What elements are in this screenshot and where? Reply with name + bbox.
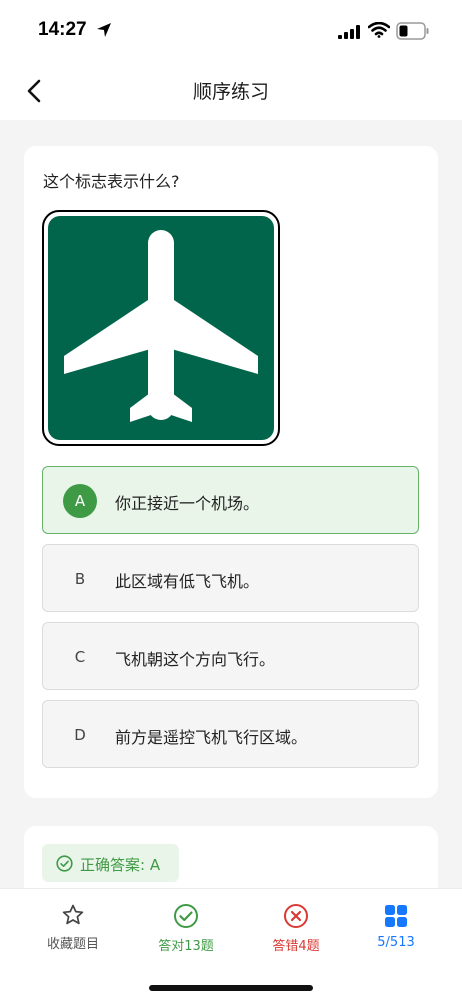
status-time: 14:27 bbox=[38, 19, 87, 40]
favorite-label: 收藏题目 bbox=[46, 937, 99, 952]
wifi-icon bbox=[367, 21, 391, 42]
star-icon bbox=[62, 904, 84, 925]
option-text: 你正接近一个机场。 bbox=[115, 494, 260, 513]
grid-icon bbox=[385, 905, 407, 927]
wrong-count-label: 答错4题 bbox=[272, 939, 320, 954]
airplane-icon bbox=[42, 210, 280, 446]
option-text: 飞机朝这个方向飞行。 bbox=[115, 650, 276, 669]
option-text: 前方是遥控飞机飞行区域。 bbox=[115, 728, 308, 747]
correct-answer-badge: 正确答案: A bbox=[42, 844, 179, 882]
option-letter: C bbox=[74, 648, 86, 666]
bottom-bar: 收藏题目 答对13题 答错4题 5/513 bbox=[0, 888, 462, 1000]
favorite-button[interactable]: 收藏题目 bbox=[23, 903, 123, 963]
cellular-signal-icon bbox=[338, 24, 362, 43]
home-indicator bbox=[149, 985, 313, 991]
page-title: 顺序练习 bbox=[192, 81, 269, 103]
wrong-count-button[interactable]: 答错4题 bbox=[246, 903, 346, 963]
progress-button[interactable]: 5/513 bbox=[346, 903, 446, 963]
question-card: 这个标志表示什么? A 你正接近一个机场。 B 此区域有低飞飞机。 C 飞机朝这… bbox=[24, 146, 438, 798]
location-arrow-icon bbox=[96, 22, 112, 42]
option-c[interactable]: C 飞机朝这个方向飞行。 bbox=[42, 622, 419, 690]
option-letter: D bbox=[74, 726, 86, 744]
navigation-bar: 顺序练习 bbox=[0, 62, 462, 120]
status-bar: 14:27 bbox=[0, 0, 462, 62]
option-a[interactable]: A 你正接近一个机场。 bbox=[42, 466, 419, 534]
check-circle-icon bbox=[56, 855, 73, 876]
option-letter: A bbox=[63, 484, 97, 518]
option-letter: B bbox=[74, 570, 86, 588]
question-text: 这个标志表示什么? bbox=[43, 172, 180, 191]
x-circle-icon bbox=[284, 904, 308, 928]
correct-count-label: 答对13题 bbox=[158, 939, 214, 954]
correct-answer-text: 正确答案: A bbox=[80, 856, 161, 874]
option-d[interactable]: D 前方是遥控飞机飞行区域。 bbox=[42, 700, 419, 768]
option-text: 此区域有低飞飞机。 bbox=[115, 572, 260, 591]
battery-icon bbox=[396, 22, 430, 44]
option-b[interactable]: B 此区域有低飞飞机。 bbox=[42, 544, 419, 612]
correct-count-button[interactable]: 答对13题 bbox=[136, 903, 236, 963]
check-circle-icon bbox=[174, 904, 198, 928]
progress-label: 5/513 bbox=[377, 935, 415, 950]
